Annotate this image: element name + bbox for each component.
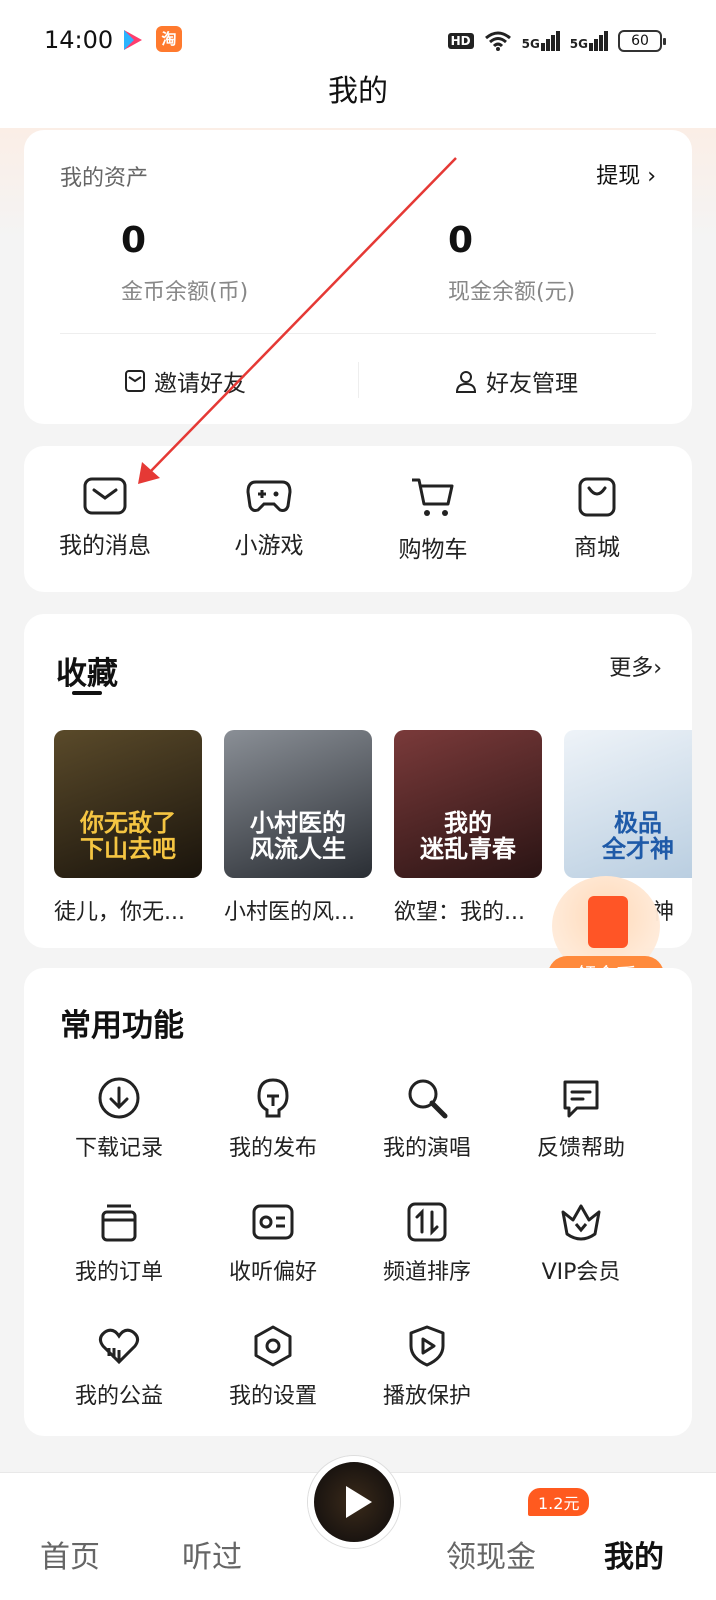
shopping-app-icon: 淘 bbox=[156, 26, 182, 52]
status-indicators: HD 5G 5G 60 bbox=[447, 28, 666, 54]
cart-icon bbox=[412, 478, 454, 516]
cash-badge: 1.2元 bbox=[528, 1488, 590, 1516]
function-my-singing[interactable]: 我的演唱 bbox=[352, 1076, 502, 1162]
envelope-icon bbox=[125, 370, 145, 392]
function-label: 我的发布 bbox=[228, 1136, 317, 1161]
quick-link-label: 购物车 bbox=[398, 537, 468, 563]
function-label: 下载记录 bbox=[74, 1136, 163, 1161]
quick-link-cart[interactable]: 购物车 bbox=[358, 476, 508, 564]
person-icon bbox=[455, 371, 477, 393]
function-label: 收听偏好 bbox=[228, 1260, 317, 1285]
book-title: 小村医的风... bbox=[224, 900, 355, 925]
function-vip-membership[interactable]: VIP会员 bbox=[506, 1200, 656, 1286]
settings-icon bbox=[254, 1325, 292, 1367]
function-listening-preferences[interactable]: 收听偏好 bbox=[198, 1200, 348, 1286]
invite-friends-button[interactable]: 邀请好友 bbox=[124, 364, 246, 398]
quick-link-mini-games[interactable]: 小游戏 bbox=[194, 476, 344, 560]
sort-icon bbox=[407, 1202, 447, 1242]
function-download-records[interactable]: 下载记录 bbox=[44, 1076, 194, 1162]
book-item[interactable]: 我的 迷乱青春 欲望：我的... bbox=[394, 730, 542, 926]
crown-icon bbox=[561, 1204, 601, 1241]
bag-icon bbox=[578, 477, 616, 517]
function-my-settings[interactable]: 我的设置 bbox=[198, 1324, 348, 1410]
coin-balance-label[interactable]: 金币余额(币) bbox=[121, 274, 248, 306]
function-label: 频道排序 bbox=[382, 1260, 471, 1285]
video-app-icon bbox=[124, 30, 142, 50]
hd-icon: HD bbox=[447, 33, 474, 49]
book-cover-text: 你无敌了 下山去吧 bbox=[80, 809, 176, 863]
function-my-posts[interactable]: 我的发布 bbox=[198, 1076, 348, 1162]
cellular-signal-1-icon: 5G bbox=[522, 31, 560, 51]
gamepad-icon bbox=[246, 480, 292, 512]
play-icon bbox=[346, 1486, 372, 1518]
common-functions-card: 常用功能 下载记录 我的发布 我的演唱 反馈帮助 我的订单 收听偏好 频道排序 … bbox=[24, 968, 692, 1436]
invite-friends-label: 邀请好友 bbox=[154, 371, 246, 397]
mail-icon bbox=[83, 477, 127, 515]
book-cover[interactable]: 我的 迷乱青春 bbox=[394, 730, 542, 878]
common-functions-title: 常用功能 bbox=[60, 1008, 184, 1044]
quick-link-messages[interactable]: 我的消息 bbox=[30, 476, 180, 560]
function-label: 我的演唱 bbox=[382, 1136, 471, 1161]
favorites-title: 收藏 bbox=[56, 656, 118, 692]
function-my-charity[interactable]: 我的公益 bbox=[44, 1324, 194, 1410]
book-cover-text: 我的 迷乱青春 bbox=[420, 809, 516, 863]
withdraw-button[interactable]: 提现 › bbox=[596, 158, 656, 190]
order-icon bbox=[101, 1204, 137, 1242]
function-label: 我的公益 bbox=[74, 1384, 163, 1409]
book-cover-text: 极品 全才神 bbox=[602, 809, 674, 863]
assets-label: 我的资产 bbox=[60, 166, 149, 191]
book-cover[interactable]: 极品 全才神 bbox=[564, 730, 692, 878]
book-item[interactable]: 你无敌了 下山去吧 徒儿，你无... bbox=[54, 730, 202, 926]
coin-balance-value[interactable]: 0 bbox=[121, 220, 146, 261]
preference-icon bbox=[252, 1204, 294, 1240]
shield-play-icon bbox=[409, 1325, 445, 1367]
function-my-orders[interactable]: 我的订单 bbox=[44, 1200, 194, 1286]
divider bbox=[358, 362, 359, 398]
quick-link-label: 我的消息 bbox=[59, 533, 151, 559]
cash-balance-value[interactable]: 0 bbox=[448, 220, 473, 261]
feedback-icon bbox=[563, 1080, 599, 1118]
quick-link-mall[interactable]: 商城 bbox=[522, 476, 672, 562]
book-cover[interactable]: 小村医的 风流人生 bbox=[224, 730, 372, 878]
publish-icon bbox=[257, 1078, 289, 1118]
nav-tab-mine[interactable]: 我的 bbox=[604, 1532, 664, 1576]
book-item[interactable]: 小村医的 风流人生 小村医的风... bbox=[224, 730, 372, 926]
cellular-signal-2-icon: 5G bbox=[570, 31, 608, 51]
function-playback-protection[interactable]: 播放保护 bbox=[352, 1324, 502, 1410]
status-time: 14:00 bbox=[44, 26, 114, 54]
page-title: 我的 bbox=[328, 74, 388, 109]
nav-tab-history[interactable]: 听过 bbox=[182, 1532, 242, 1576]
quick-links-card: 我的消息 小游戏 购物车 商城 bbox=[24, 446, 692, 592]
nav-tab-cash[interactable]: 领现金 bbox=[446, 1532, 536, 1576]
microphone-icon bbox=[408, 1079, 448, 1119]
cash-balance-label[interactable]: 现金余额(元) bbox=[448, 274, 575, 306]
book-cover[interactable]: 你无敌了 下山去吧 bbox=[54, 730, 202, 878]
battery-icon: 60 bbox=[618, 30, 666, 52]
book-cover-text: 小村医的 风流人生 bbox=[250, 809, 346, 863]
favorites-underline bbox=[72, 691, 102, 695]
nav-tab-home[interactable]: 首页 bbox=[40, 1532, 100, 1576]
function-label: VIP会员 bbox=[541, 1260, 621, 1285]
function-label: 我的设置 bbox=[228, 1384, 317, 1409]
function-label: 播放保护 bbox=[382, 1384, 471, 1409]
function-channel-sorting[interactable]: 频道排序 bbox=[352, 1200, 502, 1286]
book-title: 欲望：我的... bbox=[394, 900, 525, 925]
function-label: 我的订单 bbox=[74, 1260, 163, 1285]
function-label: 反馈帮助 bbox=[536, 1136, 625, 1161]
favorites-more-link[interactable]: 更多› bbox=[609, 650, 662, 682]
red-envelope-icon bbox=[588, 896, 628, 948]
friend-management-button[interactable]: 好友管理 bbox=[454, 364, 578, 398]
download-icon bbox=[98, 1077, 140, 1119]
charity-icon bbox=[98, 1328, 140, 1365]
divider bbox=[60, 333, 656, 334]
wifi-icon bbox=[484, 31, 511, 51]
friend-management-label: 好友管理 bbox=[486, 371, 578, 397]
quick-link-label: 小游戏 bbox=[234, 533, 304, 559]
function-feedback-help[interactable]: 反馈帮助 bbox=[506, 1076, 656, 1162]
quick-link-label: 商城 bbox=[574, 535, 620, 561]
assets-card: 我的资产 提现 › 0 金币余额(币) 0 现金余额(元) 邀请好友 好友管理 bbox=[24, 130, 692, 424]
book-title: 徒儿，你无... bbox=[54, 900, 185, 925]
